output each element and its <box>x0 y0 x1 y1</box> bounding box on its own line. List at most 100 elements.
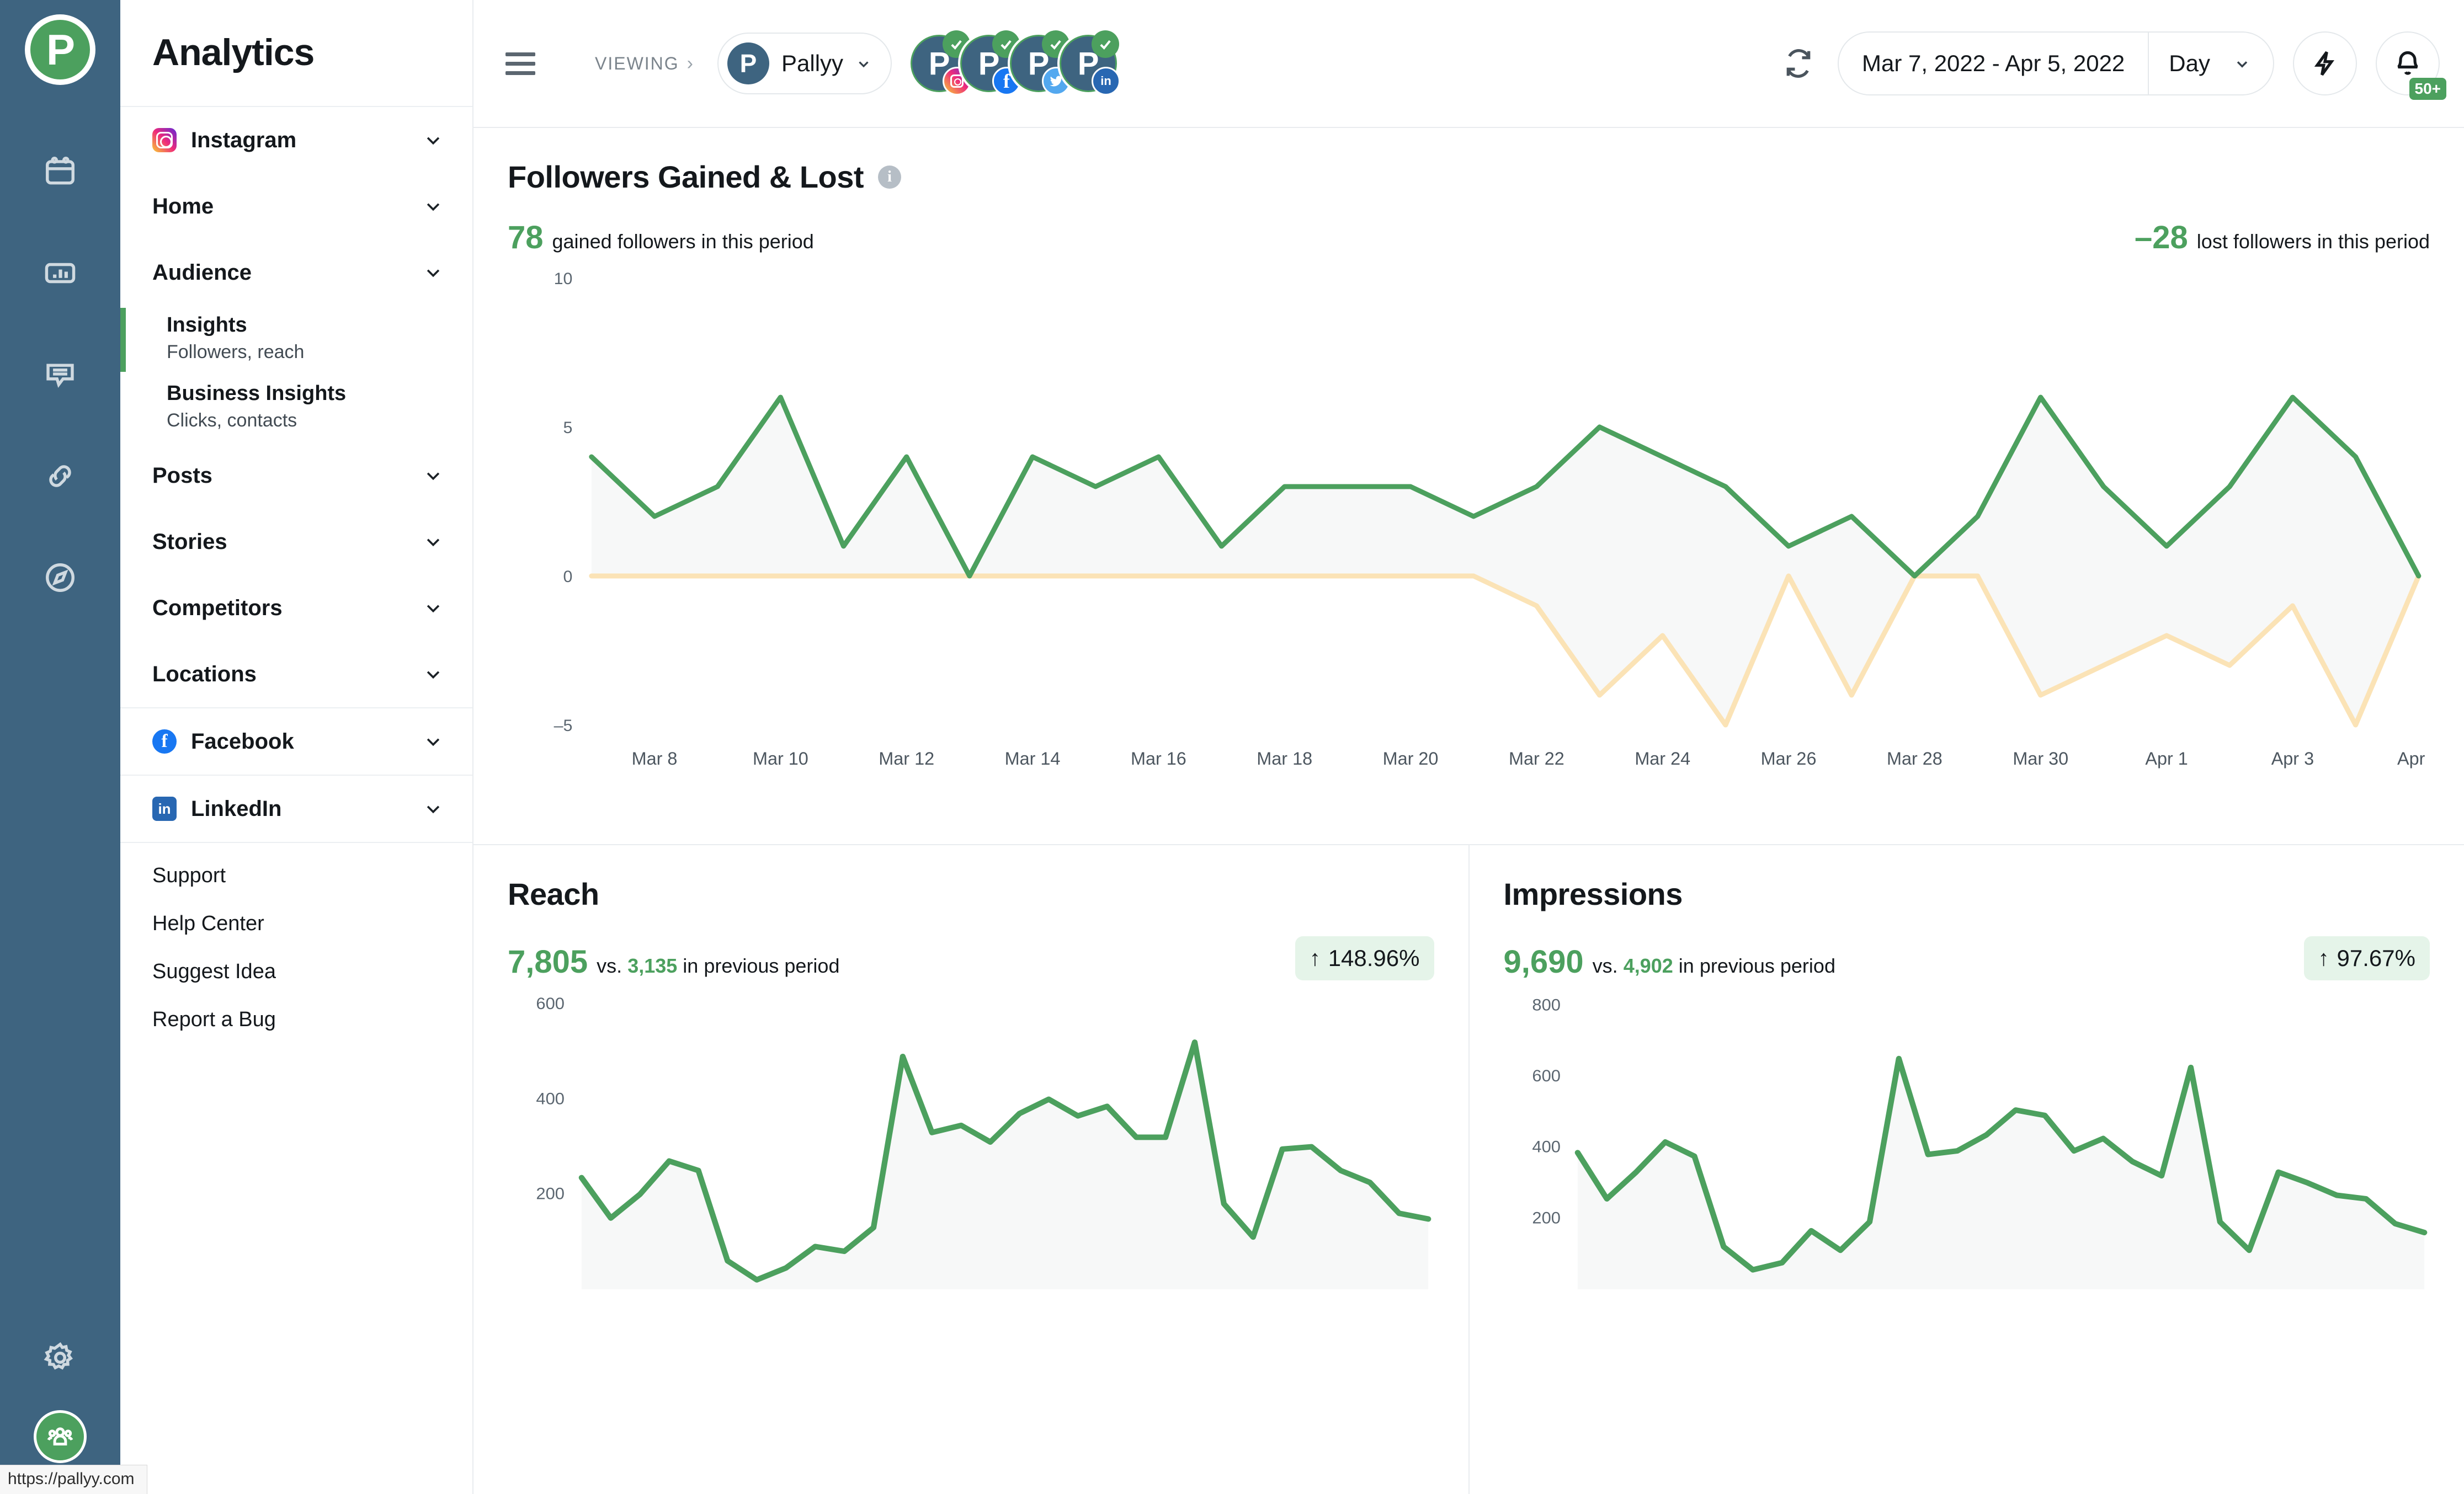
sidebar-link-support[interactable]: Support <box>120 860 472 892</box>
breadcrumb: VIEWING › <box>595 53 694 74</box>
lightning-bolt-icon <box>2314 51 2335 76</box>
sidebar-item-facebook[interactable]: f Facebook <box>120 708 472 775</box>
impressions-value: 9,690 <box>1503 944 1584 980</box>
sidebar-subitem-desc: Followers, reach <box>167 342 305 362</box>
sidebar-item-label: Posts <box>152 463 212 488</box>
svg-text:600: 600 <box>536 995 565 1013</box>
granularity-value[interactable]: Day <box>2149 50 2230 77</box>
gained-stat: 78 gained followers in this period <box>508 219 814 256</box>
linkedin-icon: in <box>1092 67 1121 95</box>
followers-gained-lost-card: Followers Gained & Lost i 78 gained foll… <box>473 128 2464 845</box>
date-range-button[interactable]: Mar 7, 2022 - Apr 5, 2022 <box>1839 50 2148 77</box>
account-selector[interactable]: P Pallyy <box>717 33 892 94</box>
svg-text:10: 10 <box>554 270 573 288</box>
sidebar-item-locations[interactable]: Locations <box>120 641 472 707</box>
sidebar-link-suggest-idea[interactable]: Suggest Idea <box>120 956 472 988</box>
followers-chart[interactable]: 10 5 0 –5 Mar 8 Mar 10 Mar 12 Mar 14 Mar 16 Mar 1… <box>508 256 2430 808</box>
rail-bottom-group <box>0 1338 120 1463</box>
chevron-right-icon: › <box>686 52 694 74</box>
compass-icon[interactable] <box>41 558 79 597</box>
sidebar-item-linkedin[interactable]: in LinkedIn <box>120 776 472 842</box>
info-icon[interactable]: i <box>878 165 902 189</box>
vs-suffix: in previous period <box>683 954 840 977</box>
svg-text:Mar 26: Mar 26 <box>1761 749 1817 769</box>
channel-instagram[interactable]: P <box>911 30 972 95</box>
granularity-dropdown[interactable] <box>2230 55 2273 72</box>
sidebar-subitem-title: Insights <box>167 313 247 337</box>
reach-change-badge: ↑ 148.96% <box>1295 936 1434 980</box>
impressions-comparison: vs. 4,902 in previous period <box>1593 954 1835 978</box>
reach-chart[interactable]: 600 400 200 <box>508 980 1434 1289</box>
channel-twitter[interactable]: P <box>1010 30 1071 95</box>
sidebar-subitem-desc: Clicks, contacts <box>167 410 297 431</box>
reach-previous: 3,135 <box>627 954 678 977</box>
chevron-down-icon <box>427 671 440 679</box>
vs-prefix: vs. <box>1592 954 1618 977</box>
sidebar-item-label: LinkedIn <box>191 796 282 821</box>
sidebar-item-home[interactable]: Home <box>120 173 472 239</box>
svg-text:5: 5 <box>563 419 573 437</box>
svg-text:200: 200 <box>536 1184 565 1203</box>
lost-label: lost followers in this period <box>2196 230 2430 253</box>
impressions-chart[interactable]: 800 600 400 200 <box>1504 980 2430 1289</box>
followers-stats-row: 78 gained followers in this period –28 l… <box>508 219 2430 256</box>
refresh-icon[interactable] <box>1778 43 1819 84</box>
impressions-stats-row: 9,690 vs. 4,902 in previous period ↑ 97.… <box>1504 936 2430 980</box>
card-title: Reach <box>508 877 599 911</box>
arrow-up-icon: ↑ <box>1309 946 1321 970</box>
content-area: Followers Gained & Lost i 78 gained foll… <box>473 128 2464 1494</box>
sidebar-item-posts[interactable]: Posts <box>120 442 472 509</box>
account-name: Pallyy <box>781 50 844 76</box>
sidebar-item-label: Competitors <box>152 595 283 620</box>
icon-rail: P <box>0 0 120 1494</box>
status-badge: 50+ <box>2409 78 2446 100</box>
comment-icon[interactable] <box>41 355 79 394</box>
card-title: Followers Gained & Lost <box>508 159 864 194</box>
sidebar-subitem-insights[interactable]: Insights Followers, reach <box>120 306 472 374</box>
svg-text:–5: –5 <box>554 717 573 735</box>
svg-text:800: 800 <box>1532 996 1561 1014</box>
avatar: P <box>727 42 769 84</box>
facebook-icon: f <box>152 729 177 754</box>
app-logo[interactable]: P <box>25 14 95 85</box>
svg-text:400: 400 <box>536 1090 565 1108</box>
sidebar-item-stories[interactable]: Stories <box>120 509 472 575</box>
hamburger-icon[interactable] <box>505 46 540 81</box>
sidebar-item-instagram[interactable]: Instagram <box>120 107 472 173</box>
svg-text:Mar 10: Mar 10 <box>753 749 808 769</box>
quick-actions-button[interactable] <box>2293 31 2357 95</box>
sidebar-item-label: Facebook <box>191 729 294 754</box>
svg-text:Mar 20: Mar 20 <box>1383 749 1439 769</box>
sidebar-subitem-title: Business Insights <box>167 382 347 405</box>
bar-chart-icon[interactable] <box>41 254 79 292</box>
sidebar-link-help-center[interactable]: Help Center <box>120 908 472 940</box>
svg-text:Mar 22: Mar 22 <box>1509 749 1564 769</box>
chevron-down-icon <box>859 61 869 68</box>
chevron-down-icon <box>427 805 440 814</box>
sidebar-item-label: Locations <box>152 661 257 686</box>
link-icon[interactable] <box>41 457 79 495</box>
gear-icon[interactable] <box>41 1338 79 1377</box>
sidebar-item-label: Stories <box>152 529 227 554</box>
card-title: Impressions <box>1503 877 1683 911</box>
metrics-row: Reach 7,805 vs. 3,135 in previous period… <box>473 845 2464 1494</box>
vs-prefix: vs. <box>597 954 622 977</box>
notifications-button[interactable]: 50+ <box>2376 31 2446 100</box>
topbar: VIEWING › P Pallyy P P f P P in Mar 7, 2… <box>473 0 2464 128</box>
sidebar-links: Support Help Center Suggest Idea Report … <box>120 843 472 1036</box>
sidebar-link-report-a-bug[interactable]: Report a Bug <box>120 1004 472 1036</box>
main-area: VIEWING › P Pallyy P P f P P in Mar 7, 2… <box>473 0 2464 1494</box>
sidebar-subitem-business-insights[interactable]: Business Insights Clicks, contacts <box>120 374 472 442</box>
viewing-label: VIEWING <box>595 53 679 73</box>
svg-text:Apr 1: Apr 1 <box>2145 749 2188 769</box>
channel-linkedin[interactable]: P in <box>1060 30 1121 95</box>
sidebar-item-competitors[interactable]: Competitors <box>120 575 472 641</box>
sidebar-item-audience[interactable]: Audience <box>120 239 472 306</box>
chevron-down-icon <box>2237 61 2248 68</box>
reach-stats-row: 7,805 vs. 3,135 in previous period ↑ 148… <box>508 936 1434 980</box>
channel-facebook[interactable]: P f <box>960 30 1021 95</box>
status-bar-url: https://pallyy.com <box>0 1465 147 1494</box>
people-avatar-icon[interactable] <box>34 1410 87 1463</box>
calendar-icon[interactable] <box>41 152 79 191</box>
card-header: Followers Gained & Lost i <box>508 159 2430 195</box>
